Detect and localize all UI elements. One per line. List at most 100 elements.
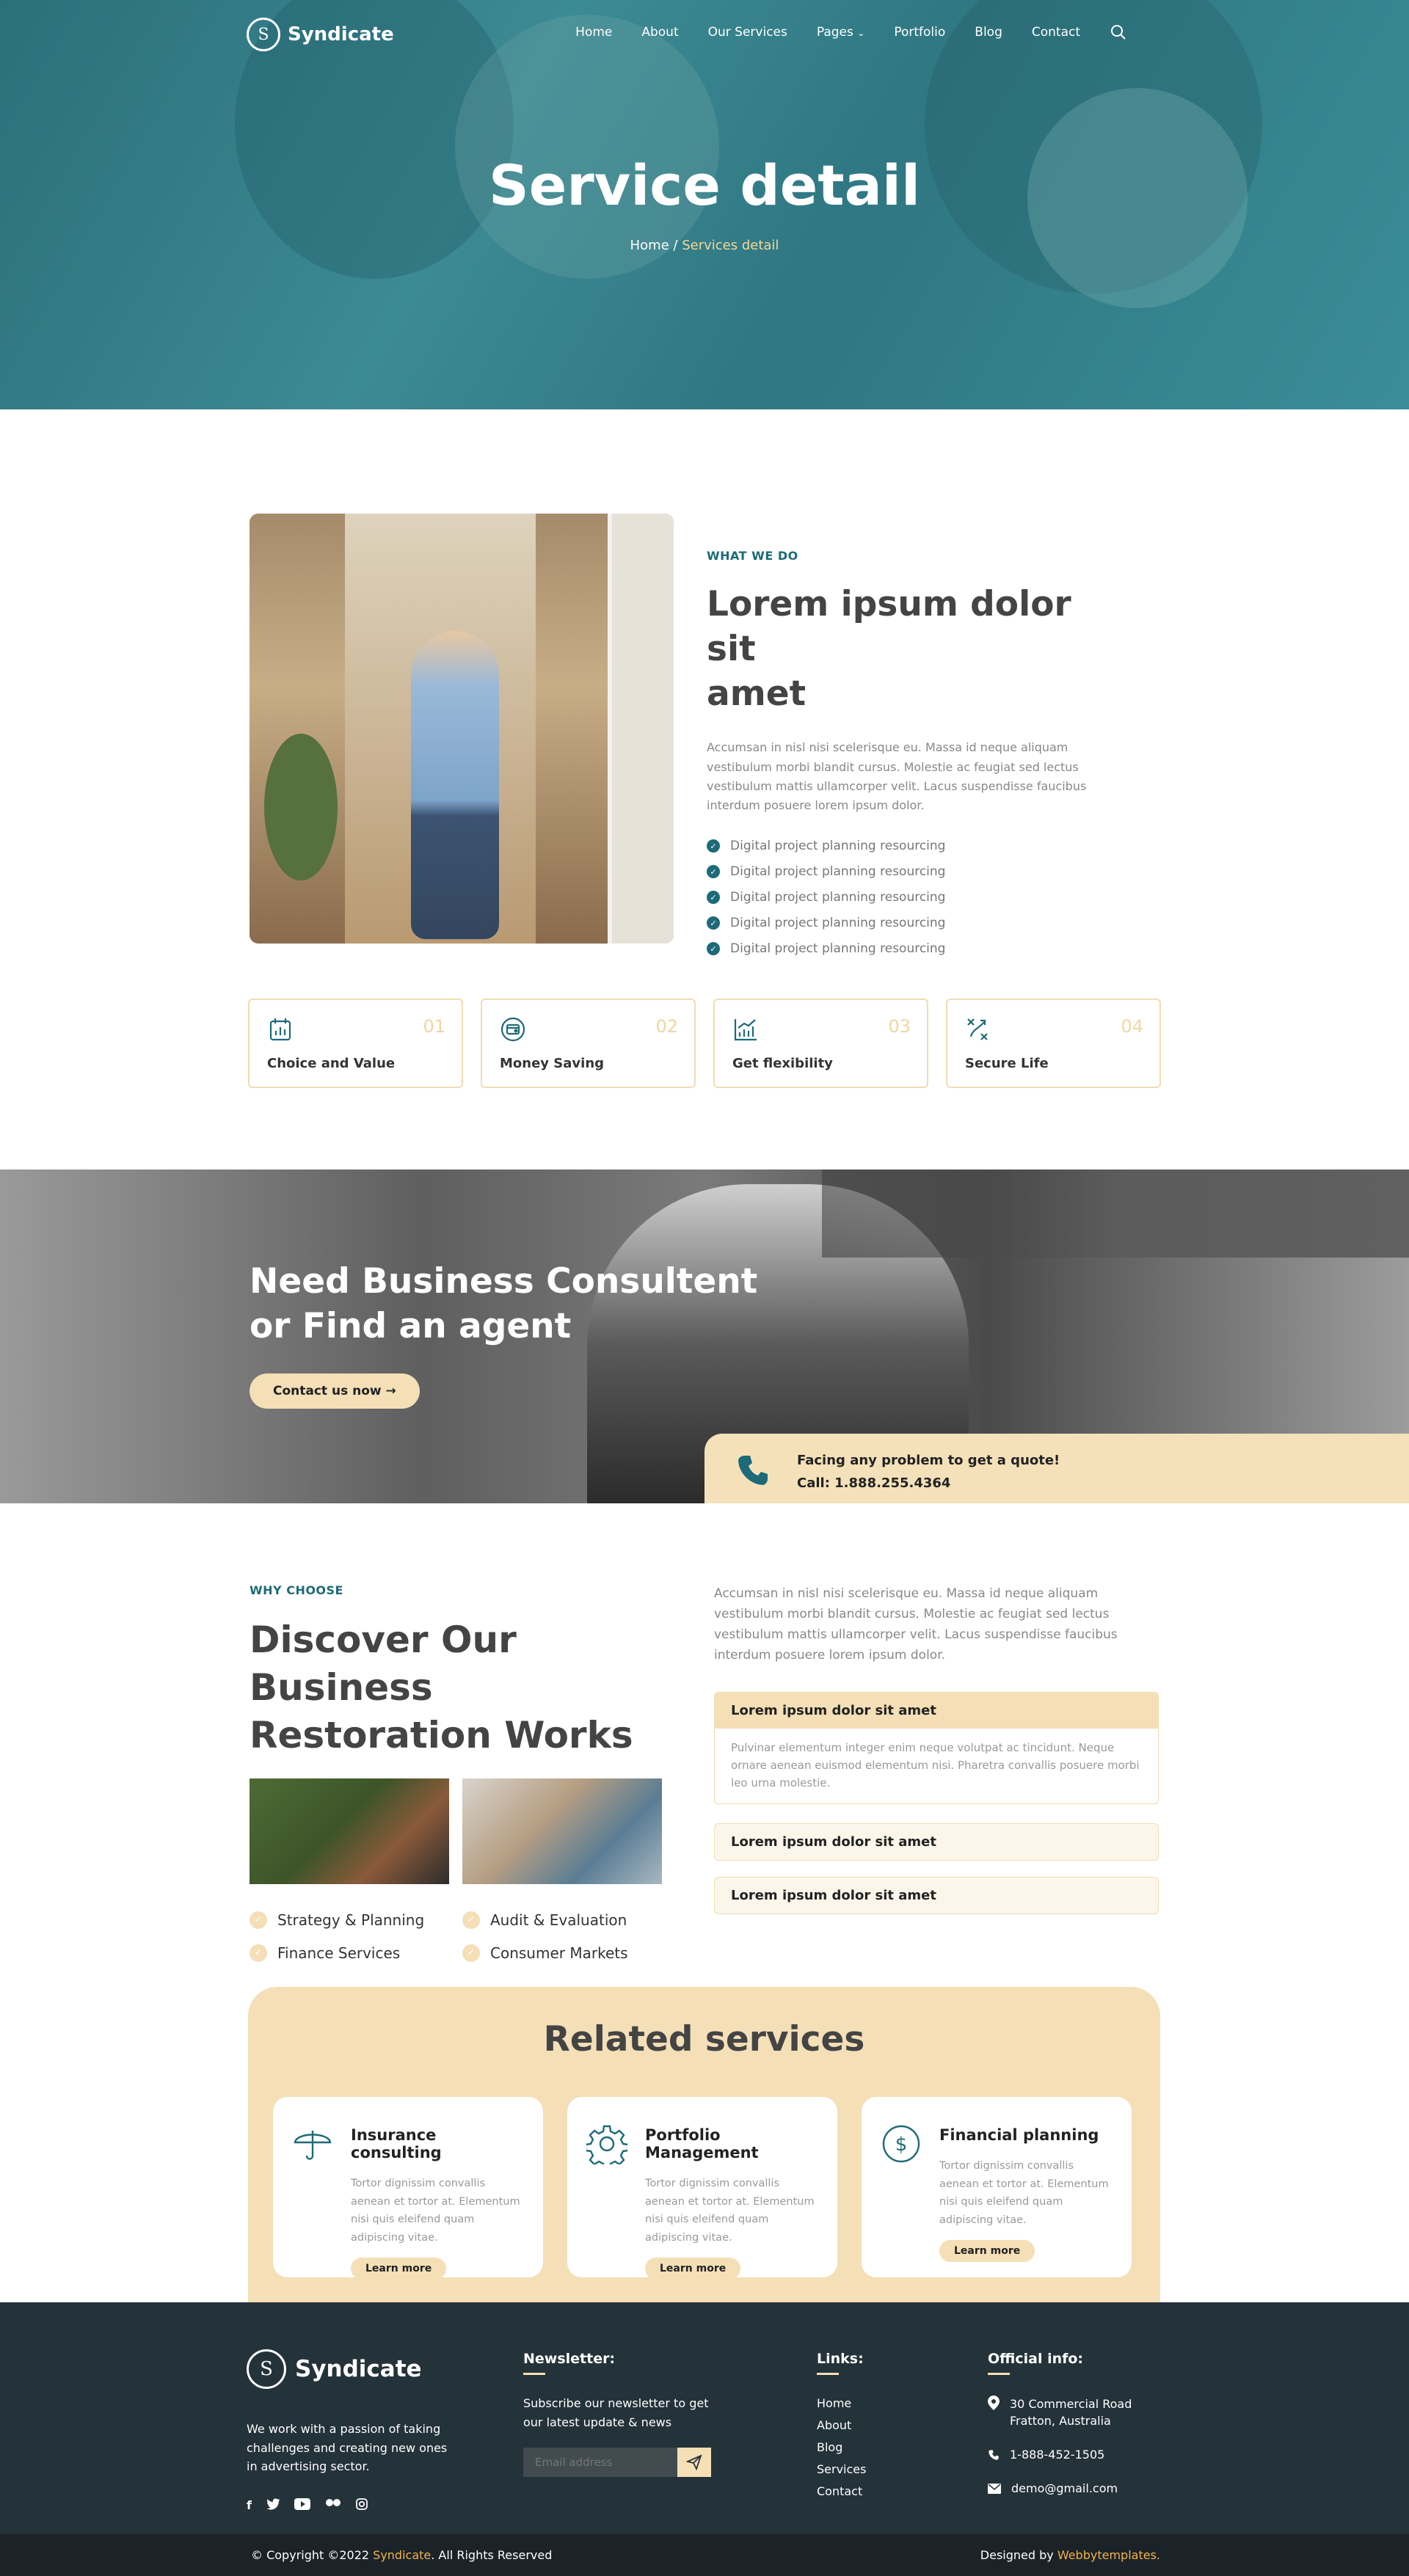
service-label: Strategy & Planning	[277, 1911, 425, 1929]
copyright-prefix: © Copyright ©2022	[251, 2548, 374, 2562]
mail-icon	[988, 2483, 1001, 2494]
related-card-text: Tortor dignissim convallis aenean et tor…	[351, 2178, 520, 2244]
page: S Syndicate Home About Our Services Page…	[0, 0, 1409, 2576]
title-underline	[988, 2373, 1010, 2375]
newsletter-text: Subscribe our newsletter to get our late…	[523, 2396, 709, 2429]
search-icon[interactable]	[1110, 23, 1127, 41]
dollar-icon: $	[882, 2125, 920, 2163]
social-links: f	[247, 2497, 452, 2512]
nav-item-about[interactable]: About	[641, 25, 678, 40]
footer-brand: S Syndicate We work with a passion of ta…	[247, 2349, 452, 2512]
check-item: ✓ Digital project planning resourcing	[707, 885, 1110, 911]
why-services: ✓ Strategy & Planning ✓ Audit & Evaluation…	[250, 1903, 675, 1969]
logo-mark-icon: S	[247, 2349, 286, 2389]
growth-chart-icon	[734, 1019, 757, 1041]
why-images	[250, 1778, 675, 1884]
why-left: WHY CHOOSE Discover Our Business Restora…	[250, 1583, 675, 1969]
footer-link-services[interactable]: Services	[817, 2460, 949, 2482]
service-label: Finance Services	[277, 1944, 401, 1962]
feature-card[interactable]: 03 Get flexibility	[713, 999, 928, 1088]
related-card-title: Portfolio Management	[645, 2126, 759, 2161]
nav-item-home[interactable]: Home	[575, 25, 612, 40]
related-card-title: Insurance consulting	[351, 2126, 442, 2161]
email-input[interactable]	[523, 2448, 677, 2478]
check-icon: ✓	[707, 865, 720, 879]
flickr-icon[interactable]	[325, 2498, 341, 2507]
breadcrumb-home[interactable]: Home	[630, 238, 669, 253]
why-heading-line-2: Restoration Works	[250, 1714, 633, 1756]
footer-link-home[interactable]: Home	[817, 2394, 949, 2416]
nav-item-contact[interactable]: Contact	[1032, 25, 1080, 40]
related-card[interactable]: Portfolio Management Tortor dignissim co…	[567, 2097, 837, 2280]
chevron-down-icon: ⌄	[857, 28, 865, 38]
related-card-body: Portfolio Management Tortor dignissim co…	[645, 2123, 818, 2280]
instagram-icon[interactable]	[356, 2497, 368, 2510]
check-icon: ✓	[707, 891, 720, 905]
arrow-right-icon: →	[385, 1384, 396, 1398]
email-text[interactable]: demo@gmail.com	[1011, 2479, 1118, 2498]
twitter-icon[interactable]	[266, 2498, 280, 2510]
related-card-body: Insurance consulting Tortor dignissim co…	[351, 2123, 524, 2280]
newsletter-form	[523, 2448, 729, 2478]
related-services: Related services Insurance consulting To…	[248, 1987, 1160, 2305]
title-underline	[523, 2373, 545, 2375]
nav-item-pages-label: Pages	[816, 25, 853, 40]
feature-label: Get flexibility	[732, 1056, 833, 1071]
footer-link-blog[interactable]: Blog	[817, 2438, 949, 2460]
service-item: ✓ Strategy & Planning	[250, 1903, 462, 1936]
photo-person	[411, 631, 499, 939]
about-heading-line-1: Lorem ipsum dolor sit	[707, 584, 1071, 670]
phone-icon	[738, 1456, 768, 1485]
nav-item-portfolio[interactable]: Portfolio	[894, 25, 945, 40]
feature-card[interactable]: 01 Choice and Value	[248, 999, 463, 1088]
umbrella-icon	[294, 2131, 332, 2160]
phone-text[interactable]: 1-888-452-1505	[1010, 2445, 1104, 2464]
accordion-header[interactable]: Lorem ipsum dolor sit amet	[714, 1823, 1159, 1861]
check-item: ✓ Digital project planning resourcing	[707, 859, 1110, 885]
feature-label: Choice and Value	[267, 1056, 396, 1071]
nav-item-pages[interactable]: Pages ⌄	[817, 25, 864, 40]
facebook-icon[interactable]: f	[247, 2498, 252, 2512]
footer-link-about[interactable]: About	[817, 2416, 949, 2438]
related-card[interactable]: $ Financial planning Tortor dignissim co…	[862, 2097, 1132, 2277]
why-heading-line-1: Discover Our Business	[250, 1619, 517, 1709]
copyright-text: © Copyright ©2022 Syndicate. All Rights …	[251, 2548, 552, 2562]
nav-item-blog[interactable]: Blog	[975, 25, 1002, 40]
quote-line-1: Facing any problem to get a quote!	[797, 1453, 1060, 1468]
feature-card[interactable]: 04 Secure Life	[946, 999, 1161, 1088]
check-icon: ✓	[250, 1911, 267, 1929]
designed-prefix: Designed by	[980, 2548, 1057, 2562]
learn-more-button[interactable]: Learn more	[939, 2239, 1035, 2262]
why-eyebrow: WHY CHOOSE	[250, 1583, 343, 1597]
info-phone: 1-888-452-1505	[988, 2445, 1164, 2464]
related-card[interactable]: Insurance consulting Tortor dignissim co…	[273, 2097, 543, 2280]
youtube-icon[interactable]	[294, 2497, 310, 2510]
designed-suffix: .	[1156, 2548, 1160, 2562]
quote-phone[interactable]: Call: 1.888.255.4364	[797, 1473, 1409, 1495]
accordion-header[interactable]: Lorem ipsum dolor sit amet	[714, 1877, 1159, 1915]
learn-more-button[interactable]: Learn more	[351, 2257, 447, 2280]
subscribe-button[interactable]	[677, 2448, 711, 2478]
address-text: 30 Commercial Road Fratton, Australia	[1010, 2396, 1132, 2429]
related-card-text: Tortor dignissim convallis aenean et tor…	[939, 2160, 1109, 2226]
learn-more-button[interactable]: Learn more	[645, 2257, 741, 2280]
page-title: Service detail	[488, 153, 921, 218]
check-icon: ✓	[462, 1911, 480, 1929]
footer-link-contact[interactable]: Contact	[817, 2482, 949, 2504]
designer-link[interactable]: Webbytemplates	[1057, 2548, 1157, 2562]
feature-card[interactable]: 02 Money Saving	[481, 999, 696, 1088]
footer-logo[interactable]: S Syndicate	[247, 2349, 452, 2389]
about-eyebrow: WHAT WE DO	[707, 549, 798, 563]
service-item: ✓ Consumer Markets	[462, 1936, 675, 1969]
why-right: Accumsan in nisl nisi scelerisque eu. Ma…	[714, 1583, 1159, 1915]
designed-by: Designed by Webbytemplates.	[980, 2548, 1160, 2562]
title-underline	[817, 2373, 839, 2375]
breadcrumb: Home / Services detail	[0, 238, 1409, 253]
brand-logo[interactable]: S Syndicate	[247, 18, 394, 51]
contact-us-button[interactable]: Contact us now →	[250, 1373, 420, 1409]
nav-item-our-services[interactable]: Our Services	[708, 25, 787, 40]
copyright-brand[interactable]: Syndicate	[373, 2548, 431, 2562]
logo-mark-icon: S	[247, 18, 280, 51]
copyright-bar: © Copyright ©2022 Syndicate. All Rights …	[0, 2534, 1409, 2576]
accordion-header[interactable]: Lorem ipsum dolor sit amet	[715, 1693, 1158, 1729]
